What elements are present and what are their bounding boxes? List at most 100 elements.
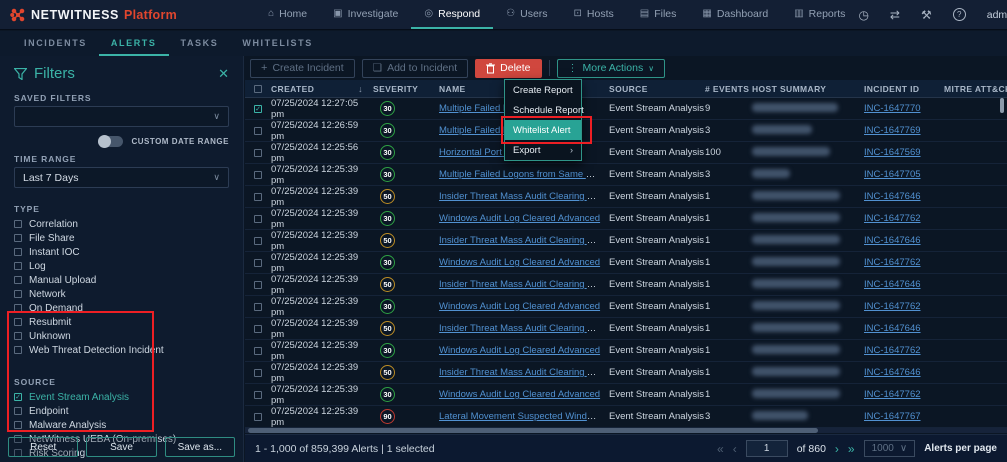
- menu-item-schedule-report[interactable]: Schedule Report: [505, 100, 584, 120]
- table-row[interactable]: 07/25/2024 12:25:39 pm 50 Insider Threat M…: [245, 274, 1007, 296]
- row-checkbox[interactable]: [254, 412, 262, 421]
- row-checkbox[interactable]: [254, 302, 262, 311]
- nav-item-reports[interactable]: ▥ Reports: [781, 0, 858, 29]
- alert-name-link[interactable]: Multiple Failed Logons from Same Source …: [439, 169, 609, 180]
- row-checkbox[interactable]: ✓: [254, 104, 262, 113]
- reset-button[interactable]: Reset: [8, 437, 79, 457]
- time-range-select[interactable]: Last 7 Days ∨: [14, 167, 229, 188]
- incident-id-link[interactable]: INC-1647762: [864, 257, 921, 268]
- table-row[interactable]: 07/25/2024 12:25:39 pm 30 Windows Audit Lo…: [245, 340, 1007, 362]
- incident-id-link[interactable]: INC-1647646: [864, 367, 921, 378]
- nav-item-files[interactable]: ▤ Files: [627, 0, 690, 29]
- alert-name-link[interactable]: Insider Threat Mass Audit Clearing Advan…: [439, 367, 609, 378]
- row-checkbox[interactable]: [254, 324, 262, 333]
- type-filter-option[interactable]: Resubmit: [0, 315, 243, 329]
- alert-name-link[interactable]: Lateral Movement Suspected Windows Advan…: [439, 411, 609, 422]
- checkbox[interactable]: [14, 346, 22, 354]
- table-row[interactable]: 07/25/2024 12:25:39 pm 30 Windows Audit Lo…: [245, 208, 1007, 230]
- row-checkbox[interactable]: [254, 192, 262, 201]
- scrollbar-thumb[interactable]: [248, 428, 818, 433]
- nav-item-home[interactable]: ⌂ Home: [255, 0, 320, 29]
- alert-name-link[interactable]: Windows Audit Log Cleared Advanced: [439, 301, 600, 312]
- type-filter-option[interactable]: Manual Upload: [0, 273, 243, 287]
- create-incident-button[interactable]: + Create Incident: [250, 58, 355, 78]
- incident-id-link[interactable]: INC-1647646: [864, 323, 921, 334]
- checkbox[interactable]: [14, 304, 22, 312]
- next-page-button[interactable]: ›: [835, 442, 839, 456]
- jobs-icon[interactable]: ⇄: [890, 8, 900, 22]
- type-filter-option[interactable]: Correlation: [0, 217, 243, 231]
- incident-id-link[interactable]: INC-1647770: [864, 103, 921, 114]
- alert-name-link[interactable]: Windows Audit Log Cleared Advanced: [439, 257, 600, 268]
- incident-id-link[interactable]: INC-1647569: [864, 147, 921, 158]
- alert-name-link[interactable]: Insider Threat Mass Audit Clearing Advan…: [439, 323, 609, 334]
- checkbox[interactable]: [14, 234, 22, 242]
- column-header-source[interactable]: SOURCE: [609, 84, 705, 94]
- table-row[interactable]: 07/25/2024 12:25:39 pm 50 Insider Threat M…: [245, 186, 1007, 208]
- save-button[interactable]: Save: [86, 437, 157, 457]
- checkbox[interactable]: [14, 220, 22, 228]
- timer-icon[interactable]: ◷: [858, 8, 868, 22]
- checkbox[interactable]: [14, 276, 22, 284]
- close-icon[interactable]: ✕: [218, 66, 229, 82]
- brand[interactable]: NETWITNESS Platform: [10, 0, 177, 29]
- type-filter-option[interactable]: Network: [0, 287, 243, 301]
- checkbox[interactable]: [14, 332, 22, 340]
- column-header-mitre[interactable]: MITRE ATT&CK TAC: [944, 84, 1007, 94]
- nav-item-users[interactable]: ⚇ Users: [493, 0, 560, 29]
- nav-item-investigate[interactable]: ▣ Investigate: [320, 0, 411, 29]
- column-header-host-summary[interactable]: HOST SUMMARY: [752, 84, 864, 94]
- alert-name-link[interactable]: Insider Threat Mass Audit Clearing Advan…: [439, 191, 609, 202]
- incident-id-link[interactable]: INC-1647762: [864, 301, 921, 312]
- saved-filters-select[interactable]: ∨: [14, 106, 229, 127]
- tab-incidents[interactable]: INCIDENTS: [12, 31, 99, 56]
- table-row[interactable]: 07/25/2024 12:25:39 pm 50 Insider Threat M…: [245, 230, 1007, 252]
- nav-item-respond[interactable]: ◎ Respond: [411, 0, 494, 29]
- row-checkbox[interactable]: [254, 258, 262, 267]
- save-as-button[interactable]: Save as...: [164, 437, 235, 457]
- source-filter-option[interactable]: Endpoint: [0, 404, 243, 418]
- row-checkbox[interactable]: [254, 390, 262, 399]
- row-checkbox[interactable]: [254, 236, 262, 245]
- type-filter-option[interactable]: Unknown: [0, 329, 243, 343]
- prev-page-button[interactable]: ‹: [733, 442, 737, 456]
- checkbox[interactable]: [14, 290, 22, 298]
- type-filter-option[interactable]: Instant IOC: [0, 245, 243, 259]
- table-row[interactable]: 07/25/2024 12:25:39 pm 30 Windows Audit Lo…: [245, 252, 1007, 274]
- nav-item-dashboard[interactable]: ▦ Dashboard: [689, 0, 781, 29]
- tab-tasks[interactable]: TASKS: [169, 31, 231, 56]
- sort-desc-icon[interactable]: ↓: [358, 84, 363, 94]
- nav-item-hosts[interactable]: ⊡ Hosts: [561, 0, 627, 29]
- column-header-incident-id[interactable]: INCIDENT ID: [864, 84, 944, 94]
- table-row[interactable]: 07/25/2024 12:25:56 pm 30 Horizontal Port …: [245, 142, 1007, 164]
- first-page-button[interactable]: «: [717, 442, 724, 456]
- table-row[interactable]: 07/25/2024 12:25:39 pm 30 Windows Audit Lo…: [245, 296, 1007, 318]
- incident-id-link[interactable]: INC-1647762: [864, 213, 921, 224]
- table-row[interactable]: ✓ 07/25/2024 12:27:05 pm 30 Multiple Failed…: [245, 98, 1007, 120]
- menu-item-whitelist-alert[interactable]: Whitelist Alert: [505, 120, 581, 140]
- incident-id-link[interactable]: INC-1647767: [864, 411, 921, 422]
- horizontal-scrollbar[interactable]: [245, 428, 1007, 433]
- tools-icon[interactable]: ⚒: [921, 8, 932, 22]
- row-checkbox[interactable]: [254, 148, 262, 157]
- column-header-created[interactable]: CREATED ↓: [271, 84, 373, 94]
- row-checkbox[interactable]: [254, 346, 262, 355]
- row-checkbox[interactable]: [254, 170, 262, 179]
- table-row[interactable]: 07/25/2024 12:25:39 pm 90 Lateral Movement…: [245, 406, 1007, 428]
- incident-id-link[interactable]: INC-1647762: [864, 389, 921, 400]
- row-checkbox[interactable]: [254, 280, 262, 289]
- checkbox[interactable]: [14, 407, 22, 415]
- alert-name-link[interactable]: Windows Audit Log Cleared Advanced: [439, 213, 600, 224]
- type-filter-option[interactable]: Web Threat Detection Incident: [0, 343, 243, 357]
- delete-button[interactable]: Delete: [475, 58, 542, 78]
- table-row[interactable]: 07/25/2024 12:25:39 pm 30 Windows Audit Lo…: [245, 384, 1007, 406]
- alert-name-link[interactable]: Insider Threat Mass Audit Clearing Advan…: [439, 279, 609, 290]
- custom-date-range-toggle[interactable]: [98, 135, 124, 148]
- table-row[interactable]: 07/25/2024 12:25:39 pm 50 Insider Threat M…: [245, 318, 1007, 340]
- checkbox[interactable]: [14, 262, 22, 270]
- checkbox[interactable]: [14, 318, 22, 326]
- menu-item-create-report[interactable]: Create Report: [505, 80, 581, 100]
- column-header-severity[interactable]: SEVERITY: [373, 84, 439, 94]
- more-actions-button[interactable]: ⋮ More Actions ∨: [556, 58, 666, 78]
- alert-name-link[interactable]: Windows Audit Log Cleared Advanced: [439, 345, 600, 356]
